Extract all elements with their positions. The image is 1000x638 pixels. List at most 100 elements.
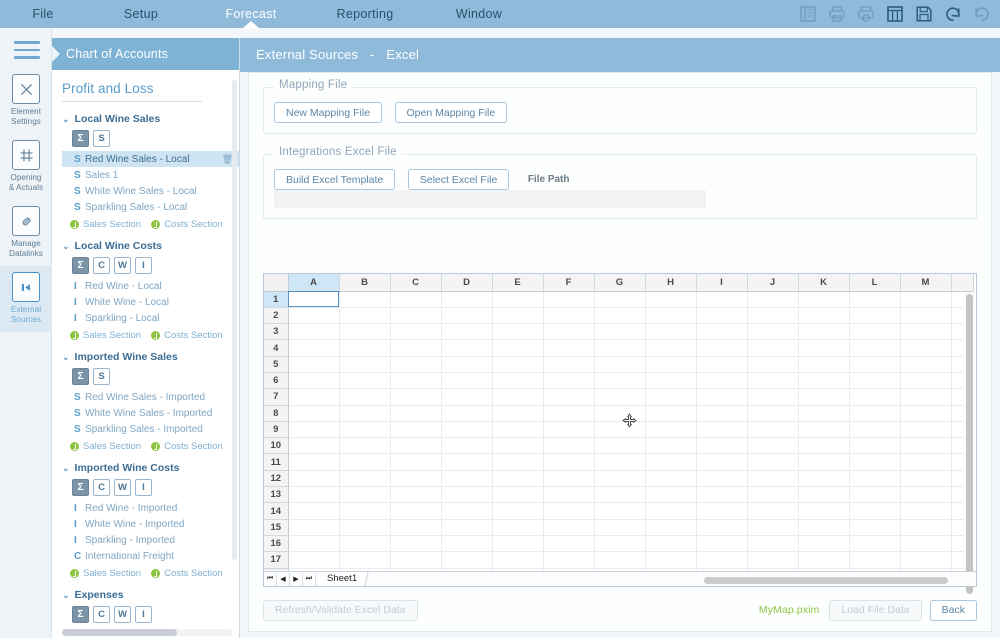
- account-item[interactable]: I White Wine - Local: [62, 294, 239, 310]
- grid-cell[interactable]: [492, 356, 544, 373]
- grid-cell[interactable]: [339, 339, 391, 357]
- grid-cell[interactable]: [798, 339, 850, 357]
- account-item[interactable]: S Sales 1: [62, 167, 239, 183]
- grid-cell[interactable]: [339, 307, 391, 325]
- grid-cell[interactable]: [747, 437, 799, 455]
- grid-cell[interactable]: [696, 453, 748, 471]
- grid-cell[interactable]: [849, 339, 901, 357]
- grid-cell[interactable]: [492, 453, 544, 471]
- grid-cell[interactable]: [339, 486, 391, 504]
- grid-cell[interactable]: [849, 502, 901, 520]
- grid-cell[interactable]: [390, 291, 442, 308]
- grid-cell[interactable]: [441, 437, 493, 455]
- grid-cell[interactable]: [798, 502, 850, 520]
- spreadsheet-horizontal-scrollbar[interactable]: [704, 577, 962, 584]
- grid-cell[interactable]: [798, 551, 850, 569]
- rail-item-element-settings[interactable]: Element Settings: [0, 68, 52, 134]
- grid-cell[interactable]: [594, 356, 646, 373]
- grid-cell[interactable]: [441, 405, 493, 422]
- grid-cell[interactable]: [492, 421, 544, 439]
- grid-cell[interactable]: [543, 291, 595, 308]
- back-button[interactable]: Back: [929, 599, 977, 621]
- grid-cell[interactable]: [339, 405, 391, 422]
- grid-cell[interactable]: [645, 486, 697, 504]
- grid-cell[interactable]: [441, 470, 493, 488]
- new-mapping-file-button[interactable]: New Mapping File: [274, 102, 383, 123]
- grid-cell[interactable]: [645, 388, 697, 406]
- grid-cell[interactable]: [645, 535, 697, 553]
- grid-cell[interactable]: [288, 405, 340, 422]
- grid-cell[interactable]: [696, 502, 748, 520]
- grid-cell[interactable]: [798, 535, 850, 553]
- sheet-nav-last-button[interactable]: ⏭: [303, 572, 316, 586]
- spreadsheet-grid[interactable]: ABCDEFGHIJKLM 12345678910111213141516171…: [264, 274, 974, 586]
- chart-of-accounts-body[interactable]: Profit and Loss ⌄ Local Wine Sales Σ S S Red …: [52, 70, 239, 626]
- account-item[interactable]: S Sparkling Sales - Local: [62, 199, 239, 215]
- grid-cell[interactable]: [900, 535, 952, 553]
- column-header[interactable]: L: [849, 274, 901, 292]
- account-group-header[interactable]: ⌄ Local Wine Costs: [62, 236, 239, 254]
- grid-cell[interactable]: [798, 388, 850, 406]
- grid-cell[interactable]: [696, 519, 748, 536]
- group-type-button-c[interactable]: C: [93, 257, 110, 274]
- row-header[interactable]: 1: [264, 291, 289, 308]
- account-item[interactable]: I Red Wine - Local: [62, 278, 239, 294]
- grid-cell[interactable]: [288, 421, 340, 439]
- rail-item-external-sources[interactable]: External Sources: [0, 266, 52, 332]
- grid-cell[interactable]: [288, 372, 340, 390]
- grid-cell[interactable]: [543, 437, 595, 455]
- spreadsheet-vertical-scrollbar[interactable]: [964, 292, 975, 594]
- grid-cell[interactable]: [747, 453, 799, 471]
- file-path-input[interactable]: [274, 190, 706, 208]
- grid-cell[interactable]: [594, 519, 646, 536]
- account-group-header[interactable]: ⌄ Imported Wine Costs: [62, 458, 239, 476]
- grid-cell[interactable]: [696, 405, 748, 422]
- grid-cell[interactable]: [747, 470, 799, 488]
- grid-cell[interactable]: [288, 551, 340, 569]
- grid-cell[interactable]: [543, 405, 595, 422]
- grid-cell[interactable]: [798, 356, 850, 373]
- grid-cell[interactable]: [900, 323, 952, 341]
- grid-cell[interactable]: [390, 405, 442, 422]
- grid-cell[interactable]: [594, 339, 646, 357]
- grid-cell[interactable]: [339, 453, 391, 471]
- grid-cell[interactable]: [696, 535, 748, 553]
- row-header[interactable]: 13: [264, 486, 289, 504]
- grid-cell[interactable]: [594, 291, 646, 308]
- row-header[interactable]: 16: [264, 535, 289, 553]
- grid-cell[interactable]: [798, 372, 850, 390]
- grid-cell[interactable]: [390, 388, 442, 406]
- grid-cell[interactable]: [696, 551, 748, 569]
- grid-cell[interactable]: [849, 405, 901, 422]
- row-header[interactable]: 5: [264, 356, 289, 373]
- grid-cell[interactable]: [288, 535, 340, 553]
- scroll-thumb[interactable]: [62, 629, 177, 636]
- scroll-thumb[interactable]: [966, 294, 973, 594]
- sidebar-horizontal-scrollbar[interactable]: [62, 629, 232, 636]
- grid-cell[interactable]: [543, 502, 595, 520]
- spreadsheet-body[interactable]: 1234567891011121314151617181920212223: [264, 291, 974, 586]
- grid-cell[interactable]: [339, 356, 391, 373]
- grid-cell[interactable]: [492, 388, 544, 406]
- undo-icon[interactable]: [943, 4, 963, 24]
- grid-cell[interactable]: [441, 356, 493, 373]
- grid-cell[interactable]: [747, 502, 799, 520]
- grid-cell[interactable]: [441, 551, 493, 569]
- grid-cell[interactable]: [339, 437, 391, 455]
- grid-cell[interactable]: [441, 421, 493, 439]
- grid-cell[interactable]: [696, 486, 748, 504]
- grid-cell[interactable]: [441, 453, 493, 471]
- grid-cell[interactable]: [798, 453, 850, 471]
- account-item[interactable]: S Sparkling Sales - Imported: [62, 421, 239, 437]
- grid-cell[interactable]: [339, 291, 391, 308]
- row-header[interactable]: 15: [264, 519, 289, 536]
- grid-cell[interactable]: [900, 405, 952, 422]
- open-mapping-file-button[interactable]: Open Mapping File: [394, 102, 508, 123]
- grid-cell[interactable]: [441, 372, 493, 390]
- grid-cell[interactable]: [288, 502, 340, 520]
- grid-cell[interactable]: [288, 323, 340, 341]
- grid-cell[interactable]: [492, 470, 544, 488]
- grid-cell[interactable]: [747, 372, 799, 390]
- scroll-thumb[interactable]: [704, 577, 948, 584]
- row-header[interactable]: 3: [264, 323, 289, 341]
